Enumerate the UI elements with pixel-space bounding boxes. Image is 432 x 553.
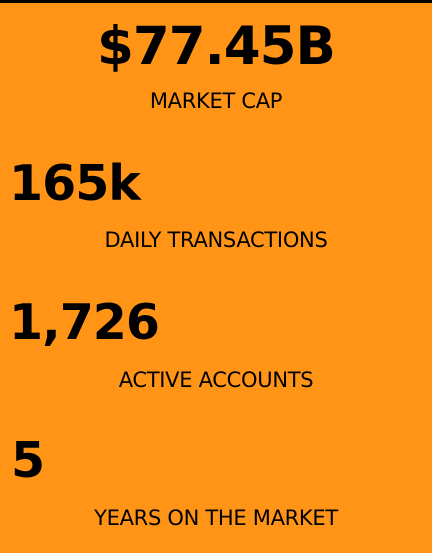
stat-label: ACTIVE ACCOUNTS — [118, 368, 314, 392]
stat-label: MARKET CAP — [149, 89, 283, 113]
stat-value: 1,726 — [9, 294, 160, 351]
stat-label: DAILY TRANSACTIONS — [104, 228, 328, 252]
stat-value: $77.45B — [97, 16, 336, 77]
stats-panel: $77.45B MARKET CAP 165k DAILY TRANSACTIO… — [0, 3, 432, 553]
stat-value: 165k — [9, 155, 141, 212]
stat-value: 5 — [11, 432, 45, 489]
stat-label: YEARS ON THE MARKET — [94, 506, 338, 530]
